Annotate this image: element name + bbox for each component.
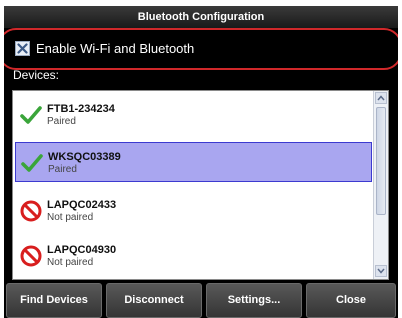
device-name: FTB1-234234 xyxy=(47,103,115,115)
settings-button[interactable]: Settings... xyxy=(206,283,302,318)
window-title: Bluetooth Configuration xyxy=(4,6,398,28)
checkmark-x-icon xyxy=(17,42,28,54)
device-row[interactable]: FTB1-234234 Paired xyxy=(15,95,372,135)
device-name: LAPQC02433 xyxy=(47,199,117,211)
device-name: LAPQC04930 xyxy=(47,244,117,256)
enable-label: Enable Wi-Fi and Bluetooth xyxy=(36,40,195,56)
device-row[interactable]: LAPQC04930 Not paired xyxy=(15,236,372,276)
device-status: Paired xyxy=(48,164,77,175)
chevron-up-icon xyxy=(377,95,385,101)
device-list[interactable]: FTB1-234234 Paired WKSQC03389 Paired LAP… xyxy=(12,90,389,280)
device-status: Not paired xyxy=(47,212,94,223)
device-name: WKSQC03389 xyxy=(48,151,121,163)
close-button[interactable]: Close xyxy=(306,283,396,318)
device-status: Paired xyxy=(47,116,76,127)
device-row[interactable]: LAPQC02433 Not paired xyxy=(15,191,372,231)
scroll-up-button[interactable] xyxy=(375,92,387,104)
prohibited-icon xyxy=(20,245,42,267)
scroll-thumb[interactable] xyxy=(376,107,386,215)
chevron-down-icon xyxy=(377,268,385,274)
device-status: Not paired xyxy=(47,257,94,268)
scroll-down-button[interactable] xyxy=(375,265,387,277)
device-row-selected[interactable]: WKSQC03389 Paired xyxy=(15,142,372,182)
disconnect-button[interactable]: Disconnect xyxy=(106,283,202,318)
enable-wifi-bluetooth-option[interactable]: Enable Wi-Fi and Bluetooth xyxy=(4,33,398,63)
prohibited-icon xyxy=(20,200,42,222)
find-devices-button[interactable]: Find Devices xyxy=(6,283,102,318)
enable-checkbox[interactable] xyxy=(15,40,30,56)
button-bar: Find Devices Disconnect Settings... Clos… xyxy=(4,283,398,318)
devices-label: Devices: xyxy=(13,68,60,82)
check-icon xyxy=(20,106,42,124)
check-icon xyxy=(21,154,43,172)
bluetooth-config-window: Bluetooth Configuration Enable Wi-Fi and… xyxy=(4,6,398,318)
device-list-scrollbar[interactable] xyxy=(373,91,388,279)
